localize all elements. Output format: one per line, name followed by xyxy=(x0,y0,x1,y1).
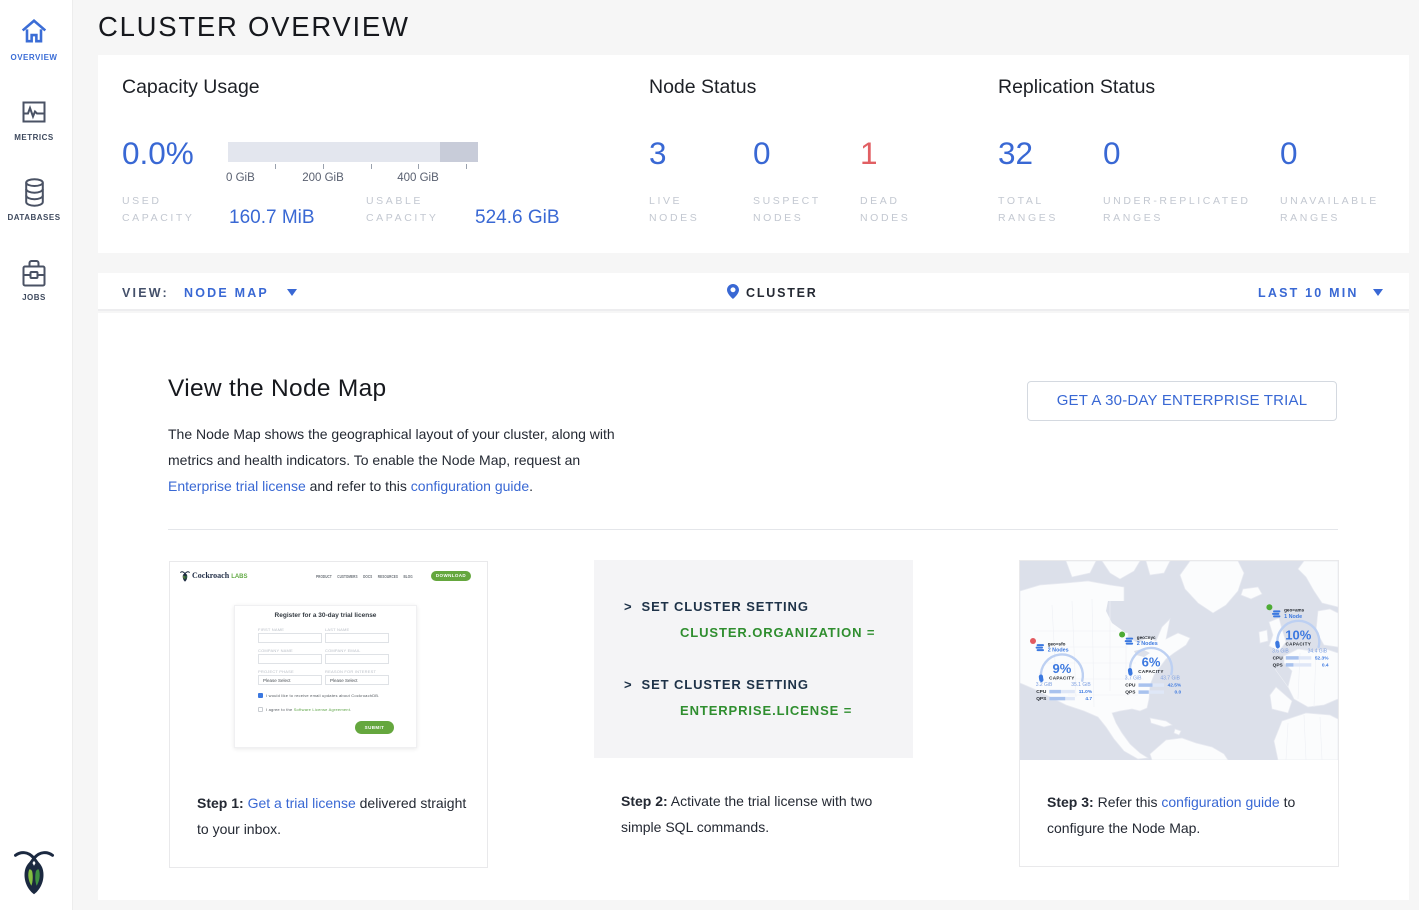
svg-text:4.7: 4.7 xyxy=(1085,696,1092,702)
svg-text:10%: 10% xyxy=(1285,627,1311,642)
svg-text:CPU: CPU xyxy=(1036,689,1047,695)
svg-text:geo=nyc: geo=nyc xyxy=(1137,635,1156,640)
svg-text:11.0%: 11.0% xyxy=(1079,689,1093,695)
svg-text:QPS: QPS xyxy=(1125,690,1136,696)
svg-text:geo=sfo: geo=sfo xyxy=(1048,641,1066,646)
svg-text:9%: 9% xyxy=(1053,661,1072,676)
svg-text:3.7 GiB: 3.7 GiB xyxy=(1125,676,1142,682)
svg-text:CPU: CPU xyxy=(1125,683,1136,689)
svg-text:geo=ams: geo=ams xyxy=(1284,608,1304,613)
svg-text:6%: 6% xyxy=(1142,655,1161,670)
svg-text:0.4: 0.4 xyxy=(1322,662,1329,668)
svg-text:52.3%: 52.3% xyxy=(1315,655,1329,661)
svg-text:CAPACITY: CAPACITY xyxy=(1049,675,1075,680)
svg-text:CAPACITY: CAPACITY xyxy=(1138,669,1164,674)
svg-text:1 Node: 1 Node xyxy=(1284,614,1302,620)
svg-text:CPU: CPU xyxy=(1273,655,1284,661)
svg-text:34.4 GiB: 34.4 GiB xyxy=(1308,648,1328,654)
svg-text:CAPACITY: CAPACITY xyxy=(1286,642,1312,647)
svg-text:35.1 GiB: 35.1 GiB xyxy=(1071,682,1091,688)
svg-text:43.7 GiB: 43.7 GiB xyxy=(1160,676,1180,682)
svg-text:2 Nodes: 2 Nodes xyxy=(1048,648,1069,654)
svg-text:2 Nodes: 2 Nodes xyxy=(1137,641,1158,647)
svg-text:QPS: QPS xyxy=(1273,662,1284,668)
svg-text:3.6 GiB: 3.6 GiB xyxy=(1272,648,1289,654)
svg-text:3.2 GiB: 3.2 GiB xyxy=(1036,682,1053,688)
svg-text:0.0: 0.0 xyxy=(1175,690,1182,696)
svg-text:42.5%: 42.5% xyxy=(1168,683,1182,689)
svg-text:QPS: QPS xyxy=(1036,696,1047,702)
